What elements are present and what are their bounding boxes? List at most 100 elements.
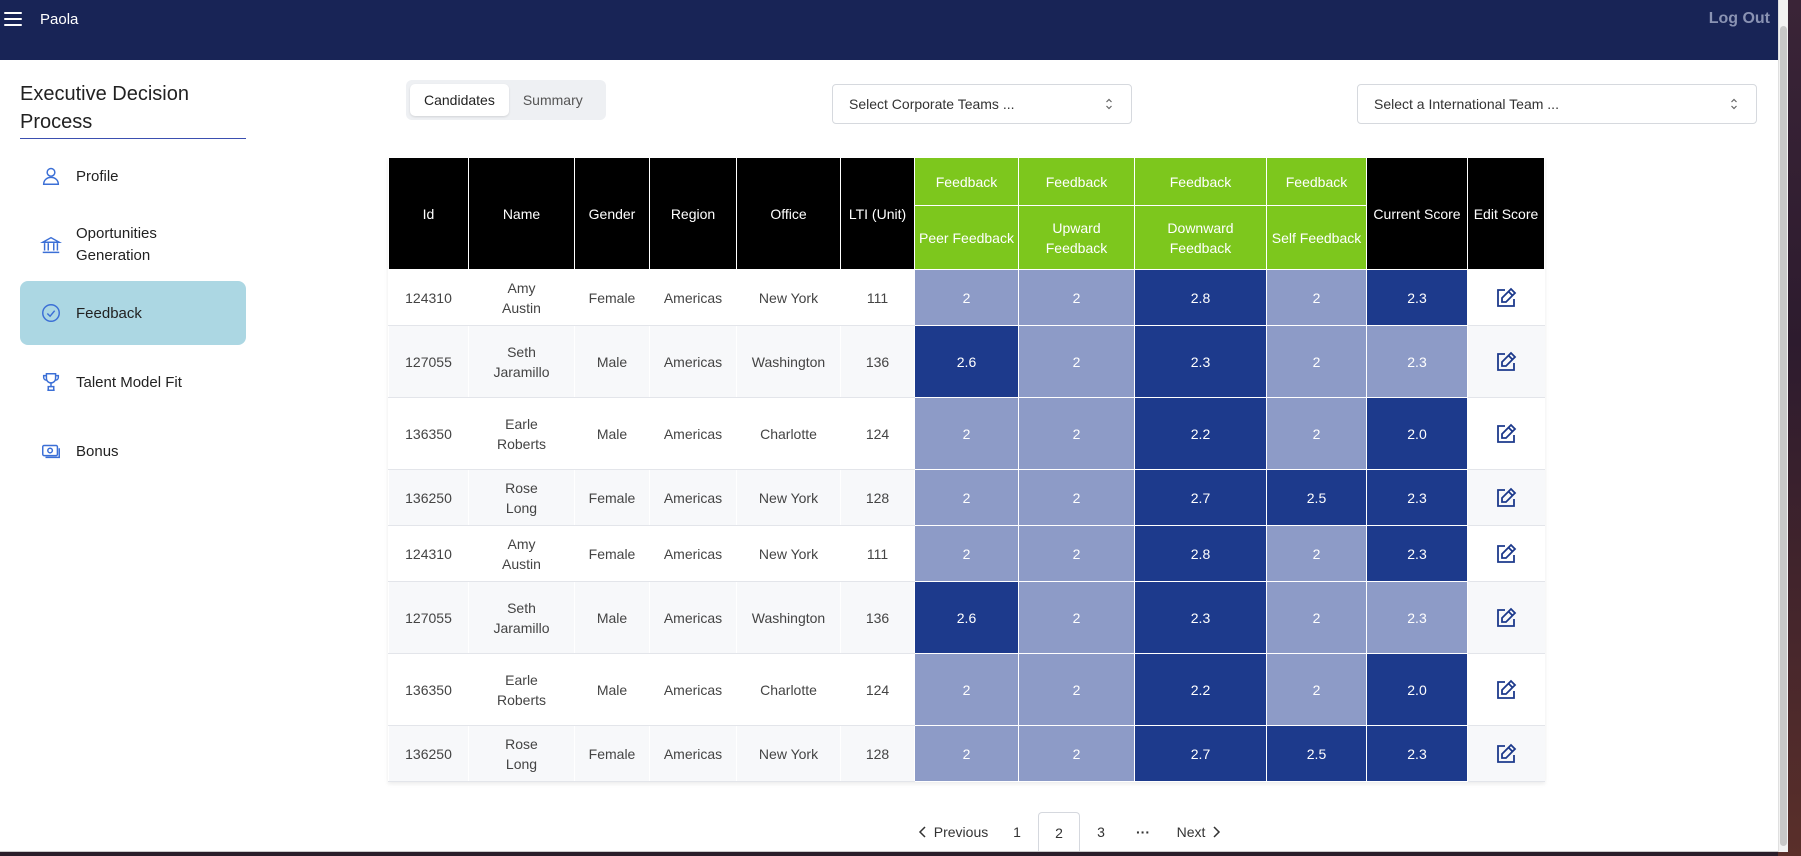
- cell-edit-score: [1467, 525, 1545, 582]
- header-peer-feedback[interactable]: Peer Feedback: [914, 205, 1019, 270]
- cell-id: 136350: [388, 653, 469, 726]
- page-3-button[interactable]: 3: [1080, 812, 1122, 851]
- cell-edit-score: [1467, 469, 1545, 526]
- cell-lti: 111: [840, 525, 915, 582]
- edit-icon[interactable]: [1494, 422, 1518, 446]
- sidebar-item-oportunities[interactable]: Oportunities Generation: [20, 209, 246, 281]
- cell-region: Americas: [649, 469, 737, 526]
- cell-downward-feedback: 2.3: [1134, 325, 1267, 398]
- cell-edit-score: [1467, 725, 1545, 782]
- cell-lti: 111: [840, 269, 915, 326]
- cell-self-feedback: 2: [1266, 525, 1367, 582]
- international-team-select[interactable]: Select a International Team ...: [1357, 84, 1757, 124]
- table-row[interactable]: 136250 Rose Long Female Americas New York 128…: [388, 725, 1545, 782]
- cell-name: Earle Roberts: [468, 653, 575, 726]
- header-lti[interactable]: LTI (Unit): [840, 157, 915, 270]
- previous-page-button[interactable]: Previous: [910, 812, 996, 851]
- table-row[interactable]: 127055 Seth Jaramillo Male Americas Washingt…: [388, 325, 1545, 398]
- check-circle-icon: [42, 304, 60, 322]
- previous-label: Previous: [933, 824, 989, 840]
- cell-id: 124310: [388, 525, 469, 582]
- chevron-updown-icon: [1106, 98, 1112, 110]
- header-id[interactable]: Id: [388, 157, 469, 270]
- cell-lti: 124: [840, 397, 915, 470]
- table-row[interactable]: 136350 Earle Roberts Male Americas Charlotte…: [388, 397, 1545, 470]
- sidebar-item-label: Oportunities Generation: [76, 225, 157, 264]
- cell-upward-feedback: 2: [1018, 725, 1135, 782]
- cell-peer-feedback: 2: [914, 525, 1019, 582]
- edit-icon[interactable]: [1494, 678, 1518, 702]
- cell-office: Washington: [736, 581, 841, 654]
- cell-name: Amy Austin: [468, 525, 575, 582]
- tab-candidates[interactable]: Candidates: [410, 84, 509, 116]
- cell-gender: Male: [574, 653, 650, 726]
- table-row[interactable]: 136250 Rose Long Female Americas New York 128…: [388, 469, 1545, 526]
- edit-icon[interactable]: [1494, 486, 1518, 510]
- cell-self-feedback: 2: [1266, 269, 1367, 326]
- tab-summary[interactable]: Summary: [509, 84, 597, 116]
- international-team-placeholder: Select a International Team ...: [1374, 96, 1559, 112]
- logout-button[interactable]: Log Out: [1709, 10, 1770, 28]
- table-row[interactable]: 124310 Amy Austin Female Americas New York 11…: [388, 525, 1545, 582]
- header-feedback-group: Feedback: [1018, 157, 1135, 206]
- header-region[interactable]: Region: [649, 157, 737, 270]
- header-edit-score: Edit Score: [1467, 157, 1545, 270]
- cell-region: Americas: [649, 525, 737, 582]
- trophy-icon: [42, 373, 60, 391]
- cell-peer-feedback: 2.6: [914, 325, 1019, 398]
- sidebar-item-feedback[interactable]: Feedback: [20, 281, 246, 345]
- cell-lti: 128: [840, 725, 915, 782]
- table-row[interactable]: 124310 Amy Austin Female Americas New York 11…: [388, 269, 1545, 326]
- menu-icon[interactable]: [4, 12, 22, 28]
- cell-peer-feedback: 2: [914, 469, 1019, 526]
- scrollbar-thumb[interactable]: [1780, 26, 1787, 846]
- cell-lti: 136: [840, 581, 915, 654]
- sidebar-item-bonus[interactable]: Bonus: [20, 419, 246, 483]
- cell-office: Washington: [736, 325, 841, 398]
- cell-gender: Female: [574, 725, 650, 782]
- cell-office: New York: [736, 525, 841, 582]
- header-current-score[interactable]: Current Score: [1366, 157, 1468, 270]
- user-name: Paola: [40, 11, 79, 28]
- cell-id: 136250: [388, 725, 469, 782]
- cell-downward-feedback: 2.7: [1134, 725, 1267, 782]
- cell-gender: Female: [574, 525, 650, 582]
- table-row[interactable]: 127055 Seth Jaramillo Male Americas Washingt…: [388, 581, 1545, 654]
- next-label: Next: [1176, 824, 1206, 840]
- person-icon: [42, 167, 60, 185]
- cell-self-feedback: 2.5: [1266, 725, 1367, 782]
- edit-icon[interactable]: [1494, 742, 1518, 766]
- next-page-button[interactable]: Next: [1164, 812, 1234, 851]
- sidebar-item-talent-model-fit[interactable]: Talent Model Fit: [20, 345, 246, 419]
- corporate-team-select[interactable]: Select Corporate Teams ...: [832, 84, 1132, 124]
- page-1-button[interactable]: 1: [996, 812, 1038, 851]
- cell-self-feedback: 2.5: [1266, 469, 1367, 526]
- sidebar-item-label: Feedback: [76, 304, 142, 322]
- header-upward-feedback[interactable]: Upward Feedback: [1018, 205, 1135, 270]
- edit-icon[interactable]: [1494, 350, 1518, 374]
- cell-office: New York: [736, 469, 841, 526]
- header-gender[interactable]: Gender: [574, 157, 650, 270]
- cell-peer-feedback: 2: [914, 725, 1019, 782]
- corporate-team-placeholder: Select Corporate Teams ...: [849, 96, 1015, 112]
- header-self-feedback[interactable]: Self Feedback: [1266, 205, 1367, 270]
- cell-downward-feedback: 2.8: [1134, 269, 1267, 326]
- cell-lti: 124: [840, 653, 915, 726]
- cell-edit-score: [1467, 269, 1545, 326]
- header-feedback-group: Feedback: [1134, 157, 1267, 206]
- sidebar-item-profile[interactable]: Profile: [20, 143, 246, 209]
- header-office[interactable]: Office: [736, 157, 841, 270]
- cell-current-score: 2.0: [1366, 397, 1468, 470]
- cell-self-feedback: 2: [1266, 397, 1367, 470]
- table-body: 124310 Amy Austin Female Americas New York 11…: [388, 269, 1545, 782]
- edit-icon[interactable]: [1494, 286, 1518, 310]
- header-downward-feedback[interactable]: Downward Feedback: [1134, 205, 1267, 270]
- table-row[interactable]: 136350 Earle Roberts Male Americas Charlotte…: [388, 653, 1545, 726]
- sidebar-item-label: Talent Model Fit: [76, 373, 182, 391]
- page-2-button[interactable]: 2: [1038, 812, 1080, 851]
- header-name[interactable]: Name: [468, 157, 575, 270]
- cell-region: Americas: [649, 653, 737, 726]
- more-pages-ellipsis[interactable]: ···: [1122, 812, 1164, 851]
- edit-icon[interactable]: [1494, 606, 1518, 630]
- edit-icon[interactable]: [1494, 542, 1518, 566]
